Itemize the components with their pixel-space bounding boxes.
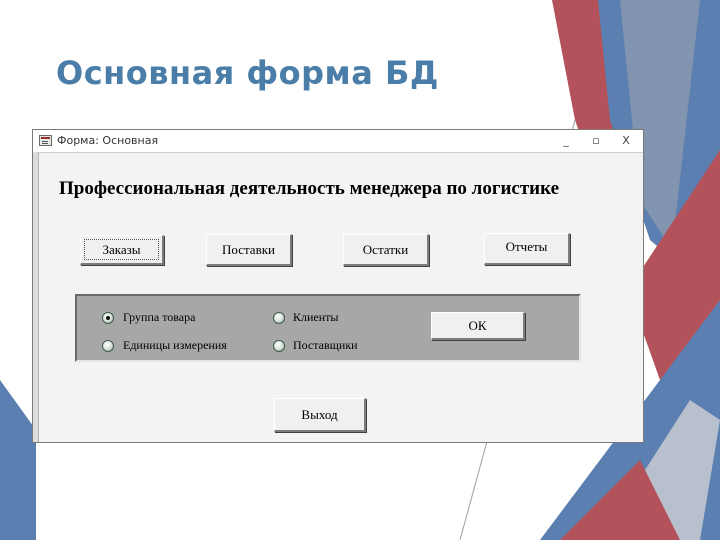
maximize-button[interactable]: ▫ [585,132,607,150]
form-window: Форма: Основная _ ▫ X Профессиональная д… [32,129,644,443]
radio-suppliers[interactable] [273,340,285,352]
radio-clients-label: Клиенты [293,310,339,324]
window-title: Форма: Основная [57,134,159,147]
radio-product-group[interactable] [102,312,114,324]
stock-button[interactable]: Остатки [343,234,429,266]
ok-button-label: ОК [468,318,487,333]
minimize-button[interactable]: _ [555,132,577,150]
radio-product-group-label: Группа товара [123,310,196,324]
reports-button[interactable]: Отчеты [484,233,570,265]
exit-button[interactable]: Выход [274,398,366,432]
form-heading: Профессиональная деятельность менеджера … [59,178,560,199]
radio-suppliers-label: Поставщики [293,338,358,352]
deliveries-button-label: Поставки [221,242,275,257]
form-icon [39,135,52,146]
reports-button-label: Отчеты [505,239,548,254]
record-selector [33,152,39,442]
deliveries-button[interactable]: Поставки [206,234,292,266]
focus-rect [84,239,159,260]
ok-button[interactable]: ОК [431,312,525,340]
orders-button[interactable]: Заказы [80,235,164,265]
radio-clients[interactable] [273,312,285,324]
slide-title: Основная форма БД [56,54,439,92]
exit-button-label: Выход [301,407,338,422]
window-titlebar[interactable]: Форма: Основная _ ▫ X [33,130,643,153]
close-button[interactable]: X [615,132,637,150]
radio-units-label: Единицы измерения [123,338,227,352]
stock-button-label: Остатки [362,242,409,257]
options-panel: Группа товара Клиенты Единицы измерения … [75,294,581,362]
radio-units[interactable] [102,340,114,352]
deco-blue-left [0,380,36,540]
